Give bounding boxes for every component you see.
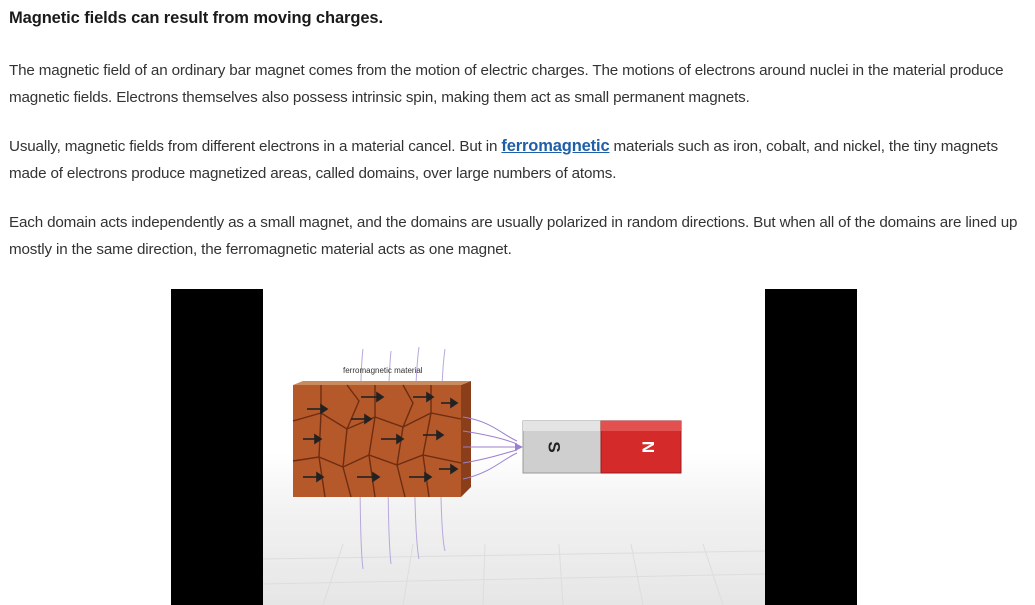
paragraph-text: Usually, magnetic fields from different … [9, 138, 502, 155]
material-block-side [461, 381, 471, 497]
domains-illustration: ferromagnetic material S N [263, 346, 765, 605]
material-label: ferromagnetic material [343, 366, 423, 375]
magnet-north-label: N [639, 441, 658, 453]
article-page: Magnetic fields can result from moving c… [0, 0, 1035, 605]
magnet-north-highlight [601, 421, 681, 431]
magnet-south-label: S [545, 441, 564, 452]
video-player[interactable]: ferromagnetic material S N [171, 289, 857, 605]
floor-grid [263, 543, 765, 605]
video-frame: ferromagnetic material S N [263, 289, 765, 605]
ferromagnetic-link[interactable]: ferromagnetic [501, 137, 609, 155]
section-heading: Magnetic fields can result from moving c… [9, 9, 383, 27]
paragraph-moving-charges: The magnetic field of an ordinary bar ma… [9, 62, 1004, 106]
field-lines-front [462, 416, 518, 480]
magnet-south-highlight [523, 421, 601, 431]
paragraph-domains: Each domain acts independently as a smal… [9, 214, 1018, 258]
material-block-top [293, 381, 471, 385]
field-line-arrows [515, 443, 523, 451]
paragraph-ferromagnetic: Usually, magnetic fields from different … [9, 133, 1029, 187]
